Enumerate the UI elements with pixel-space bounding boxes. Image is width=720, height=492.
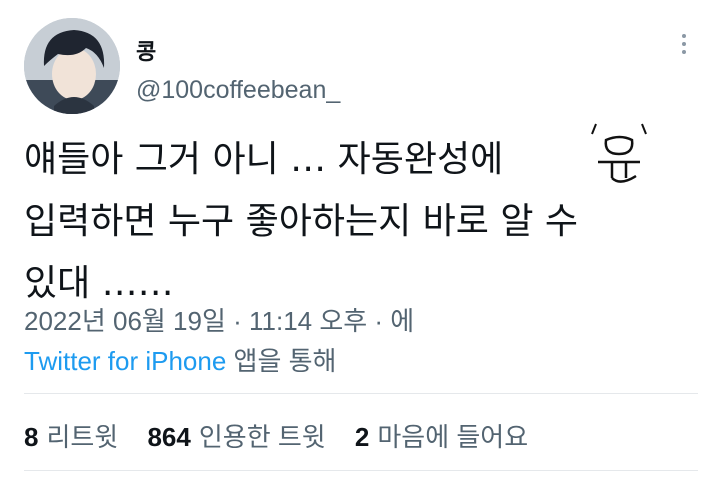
- divider-top: [24, 393, 698, 394]
- retweets-count: 8: [24, 422, 39, 452]
- quotes-stat[interactable]: 864 인용한 트윗: [147, 422, 325, 452]
- more-options-icon[interactable]: [672, 34, 696, 62]
- tweet-source-link[interactable]: Twitter for iPhone: [24, 346, 226, 376]
- likes-stat[interactable]: 2 마음에 들어요: [355, 422, 528, 452]
- tweet-source-suffix: 앱을 통해: [233, 346, 337, 376]
- tweet-source-row: Twitter for iPhone 앱을 통해: [24, 341, 336, 378]
- author-display-name[interactable]: 콩: [136, 34, 156, 66]
- tweet-text-line-2: 입력하면 누구 좋아하는지 바로 알 수: [24, 201, 579, 242]
- likes-label: 마음에 들어요: [377, 422, 529, 452]
- retweets-label: 리트윗: [46, 422, 119, 452]
- handwritten-yu-glyph: [591, 123, 647, 183]
- quotes-label: 인용한 트윗: [198, 422, 326, 452]
- tweet-stats: 8 리트윗 864 인용한 트윗 2 마음에 들어요: [24, 417, 550, 454]
- divider-bottom: [24, 470, 698, 471]
- avatar[interactable]: [24, 18, 120, 114]
- likes-count: 2: [354, 422, 370, 452]
- tweet-timestamp[interactable]: 2022년 06월 19일 · 11:14 오후 · 에: [24, 301, 414, 338]
- quotes-count: 864: [147, 422, 191, 452]
- author-handle[interactable]: @100coffeebean_: [136, 76, 340, 105]
- retweets-stat[interactable]: 8 리트윗: [24, 422, 118, 452]
- tweet-text-line-3: 있대 ……: [24, 263, 174, 304]
